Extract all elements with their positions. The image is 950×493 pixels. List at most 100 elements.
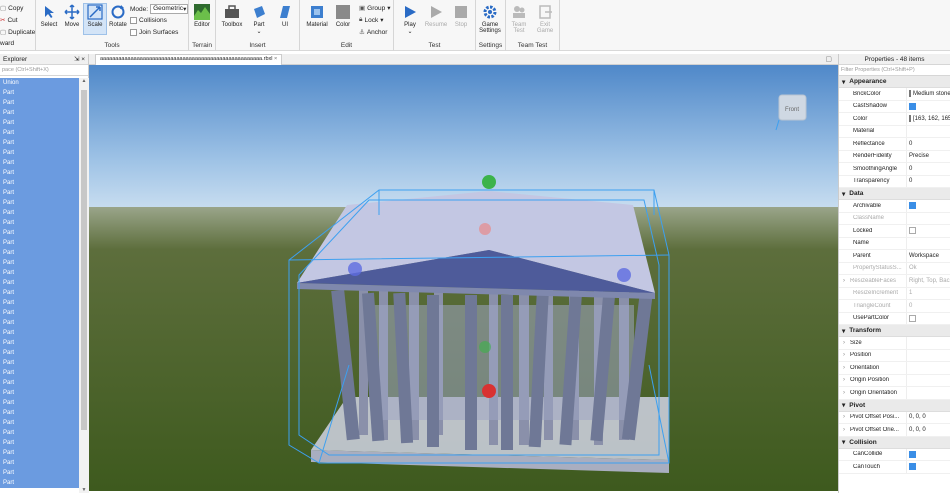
scale-tool-button[interactable]: Scale [83, 3, 107, 35]
property-row[interactable]: › Pivot Offset Orie... 0, 0, 0 [839, 424, 950, 437]
copy-button[interactable]: ▢ Copy [0, 4, 23, 13]
explorer-item[interactable]: Part [0, 458, 79, 468]
property-value[interactable]: Medium stone [913, 91, 950, 97]
property-row[interactable]: › ResizeableFaces Right, Top, Back [839, 275, 950, 288]
document-tab[interactable]: aaaaaaaaaaaaaaaaaaaaaaaaaaaaaaaaaaaaaaaa… [95, 54, 283, 65]
explorer-item[interactable]: Part [0, 88, 79, 98]
scale-handle-right[interactable] [617, 268, 631, 282]
stop-button[interactable]: Stop [449, 4, 473, 28]
terrain-editor-button[interactable]: Editor [190, 4, 214, 28]
chevron-right-icon[interactable]: › [843, 365, 845, 371]
section-transform[interactable]: ▾ Transform [839, 325, 950, 337]
property-value[interactable]: 0 [909, 141, 912, 147]
property-checkbox[interactable] [909, 450, 916, 458]
section-pivot[interactable]: ▾ Pivot [839, 399, 950, 412]
explorer-item[interactable]: Part [0, 318, 79, 328]
scrollbar-thumb[interactable] [81, 90, 87, 430]
property-row[interactable]: BrickColor Medium stone [839, 88, 950, 101]
explorer-item[interactable]: Part [0, 98, 79, 108]
explorer-filter-input[interactable]: pace (Ctrl+Shift+X) [0, 65, 88, 76]
property-row[interactable]: ClassName [839, 212, 950, 225]
property-row[interactable]: UsePartColor [839, 312, 950, 325]
resume-button[interactable]: Resume [424, 4, 448, 28]
explorer-item[interactable]: Part [0, 258, 79, 268]
material-button[interactable]: Material [305, 4, 329, 28]
property-row[interactable]: Transparency 0 [839, 175, 950, 188]
explorer-item[interactable]: Part [0, 338, 79, 348]
property-row[interactable]: Color [163, 162, 165] [839, 113, 950, 126]
chevron-right-icon[interactable]: › [843, 352, 845, 358]
property-value[interactable]: 0 [909, 178, 912, 184]
explorer-item[interactable]: Part [0, 308, 79, 318]
toolbox-button[interactable]: Toolbox [220, 4, 244, 28]
property-row[interactable]: Archivable [839, 200, 950, 213]
property-row[interactable]: › Pivot Offset Posi... 0, 0, 0 [839, 411, 950, 424]
explorer-item[interactable]: Part [0, 218, 79, 228]
explorer-item[interactable]: Part [0, 368, 79, 378]
property-row[interactable]: Name [839, 237, 950, 250]
explorer-item[interactable]: Part [0, 238, 79, 248]
property-value[interactable]: 1 [909, 290, 912, 296]
scale-handle-front[interactable] [482, 384, 496, 398]
chevron-right-icon[interactable]: › [843, 390, 845, 396]
lock-button[interactable]: 🔒︎ Lock ▾ [359, 16, 383, 24]
section-data[interactable]: ▾ Data [839, 188, 950, 200]
explorer-item[interactable]: Part [0, 448, 79, 458]
property-value[interactable]: [163, 162, 165] [913, 116, 950, 122]
chevron-right-icon[interactable]: › [843, 278, 845, 284]
team-test-button[interactable]: Team Test [507, 4, 531, 34]
explorer-item[interactable]: Part [0, 438, 79, 448]
explorer-item[interactable]: Part [0, 128, 79, 138]
window-toggle-icon[interactable]: ▢ [825, 55, 832, 63]
color-swatch[interactable] [909, 115, 911, 123]
explorer-item[interactable]: Part [0, 208, 79, 218]
anchor-button[interactable]: ⚓︎ Anchor [359, 28, 387, 37]
property-row[interactable]: Parent Workspace [839, 250, 950, 263]
property-row[interactable]: Material [839, 125, 950, 138]
property-checkbox[interactable] [909, 314, 916, 322]
property-value[interactable]: Right, Top, Back [909, 278, 950, 284]
move-tool-button[interactable]: Move [60, 4, 84, 28]
property-row[interactable]: Reflectance 0 [839, 138, 950, 151]
chevron-right-icon[interactable]: › [843, 414, 845, 420]
part-button[interactable]: Part ⌄ [247, 4, 271, 35]
rotate-tool-button[interactable]: Rotate [106, 4, 130, 28]
explorer-item[interactable]: Part [0, 418, 79, 428]
property-row[interactable]: CanCollide [839, 448, 950, 461]
explorer-item[interactable]: Part [0, 268, 79, 278]
explorer-item[interactable]: Part [0, 398, 79, 408]
property-row[interactable]: ResizeIncrement 1 [839, 287, 950, 300]
property-row[interactable]: › Position [839, 349, 950, 362]
explorer-item[interactable]: Part [0, 478, 79, 488]
property-value[interactable]: 0, 0, 0 [909, 427, 926, 433]
property-row[interactable]: › Origin Orientation [839, 387, 950, 400]
explorer-item[interactable]: Union [0, 78, 79, 88]
property-row[interactable]: SmoothingAngle 0 [839, 163, 950, 176]
chevron-right-icon[interactable]: › [843, 427, 845, 433]
game-settings-button[interactable]: Game Settings [478, 4, 502, 34]
explorer-item[interactable]: Part [0, 278, 79, 288]
explorer-scrollbar[interactable]: ▲ ▼ [79, 78, 89, 493]
explorer-item[interactable]: Part [0, 198, 79, 208]
play-button[interactable]: Play ⌄ [398, 4, 422, 35]
duplicate-button[interactable]: ▢ Duplicate [0, 28, 35, 37]
property-row[interactable]: › Orientation [839, 362, 950, 375]
explorer-item[interactable]: Part [0, 248, 79, 258]
explorer-item[interactable]: Part [0, 228, 79, 238]
property-checkbox[interactable] [909, 227, 916, 235]
scale-handle-left[interactable] [348, 262, 362, 276]
chevron-right-icon[interactable]: › [843, 340, 845, 346]
explorer-item[interactable]: Part [0, 328, 79, 338]
property-row[interactable]: Locked [839, 225, 950, 238]
explorer-item[interactable]: Part [0, 168, 79, 178]
explorer-item[interactable]: Part [0, 158, 79, 168]
join-surfaces-toggle[interactable]: Join Surfaces [130, 29, 178, 36]
property-checkbox[interactable] [909, 202, 916, 210]
section-appearance[interactable]: ▾ Appearance [839, 76, 950, 88]
section-collision[interactable]: ▾ Collision [839, 436, 950, 449]
exit-game-button[interactable]: Exit Game [533, 4, 557, 34]
property-value[interactable]: Workspace [909, 253, 939, 259]
group-button[interactable]: ▣ Group ▾ [359, 4, 391, 13]
cut-button[interactable]: ✂ Cut [0, 16, 18, 25]
property-checkbox[interactable] [909, 102, 916, 110]
